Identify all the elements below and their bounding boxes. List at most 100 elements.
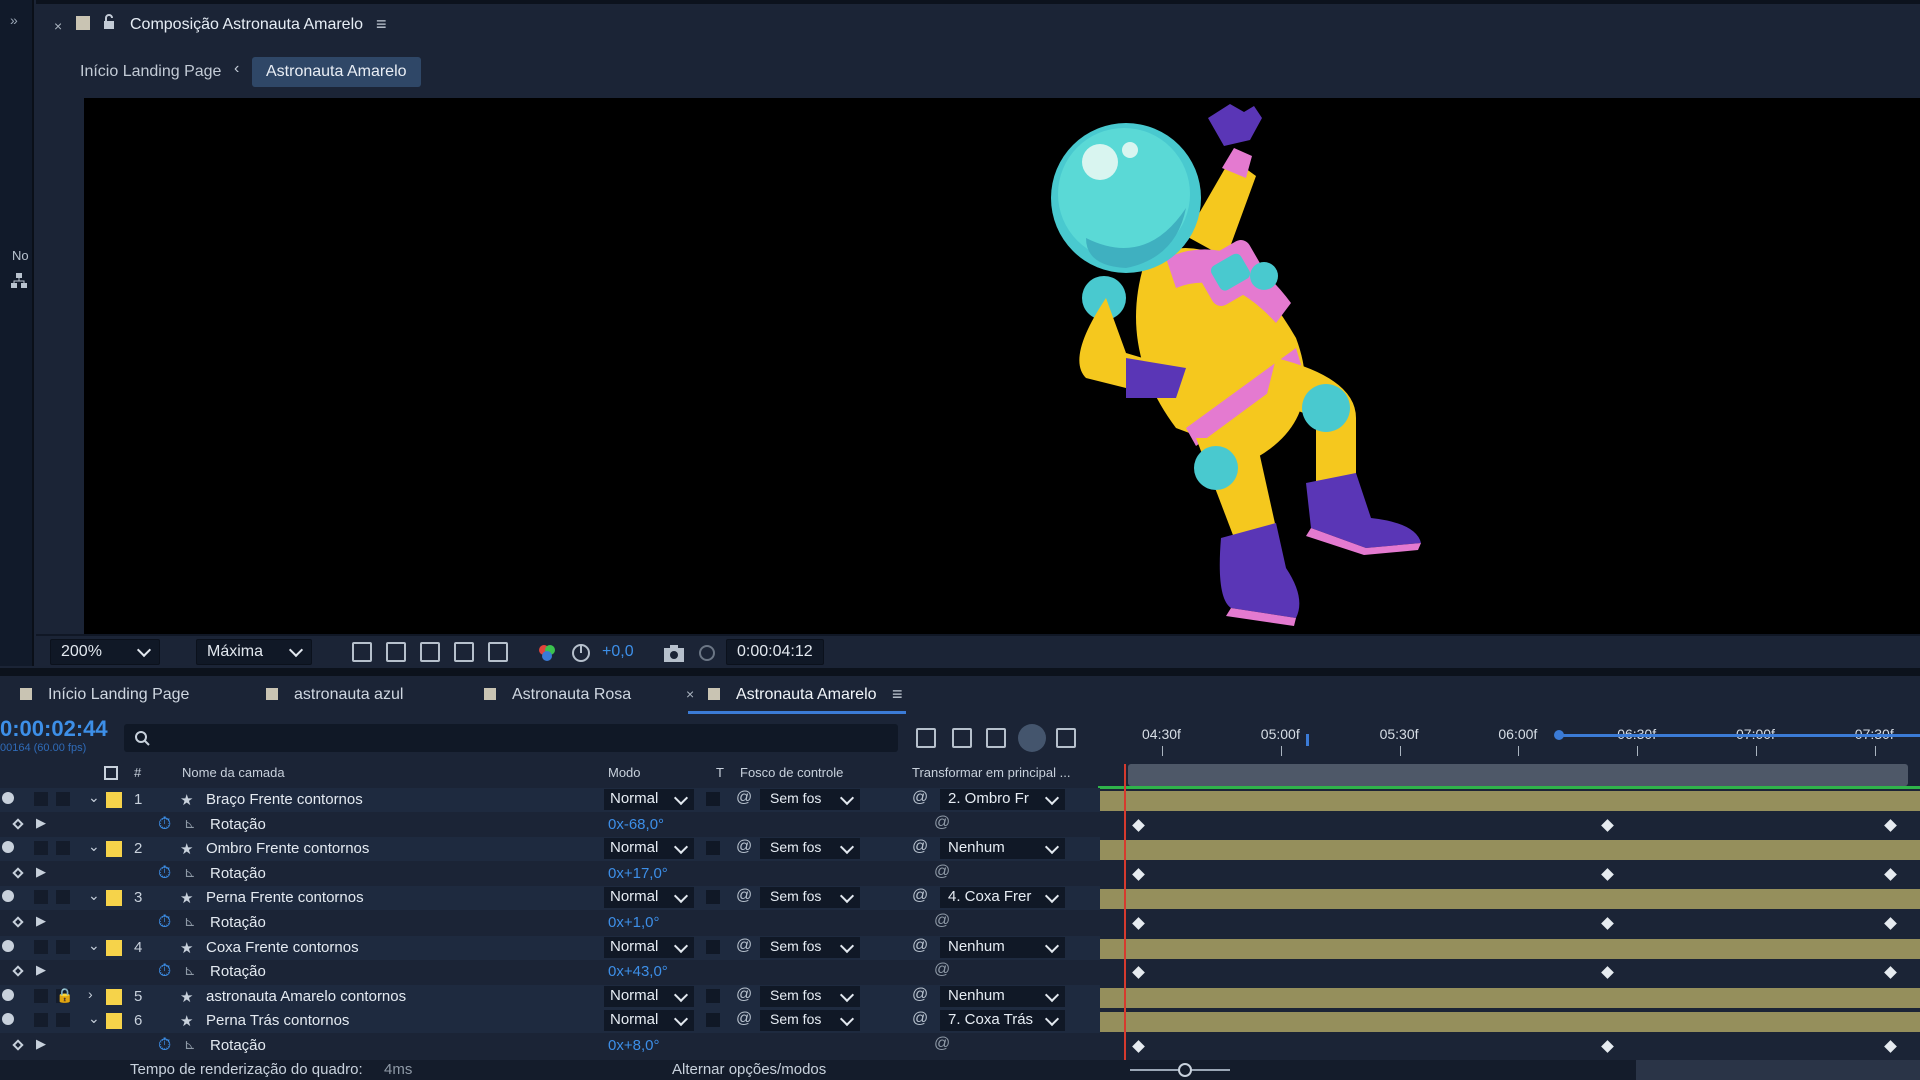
panel-menu-icon[interactable]: ≡ — [376, 14, 387, 35]
expression-pickwhip-icon[interactable]: @ — [934, 912, 950, 930]
time-ruler[interactable] — [1098, 714, 1920, 770]
grid-options-icon[interactable] — [488, 642, 508, 662]
label-icon[interactable] — [104, 766, 118, 780]
property-row[interactable]: ▶ ⏱ ⊾ Rotação 0x+8,0° @ — [0, 1034, 1100, 1058]
track-matte-dropdown[interactable]: Sem fos — [760, 985, 860, 1007]
layer-name[interactable]: Perna Frente contornos — [206, 889, 364, 906]
tab-inicio-landing-page[interactable]: Início Landing Page — [20, 686, 189, 704]
property-row[interactable]: ▶ ⏱ ⊾ Rotação 0x+1,0° @ — [0, 911, 1100, 935]
search-input[interactable] — [124, 724, 898, 752]
panel-divider[interactable] — [0, 668, 1920, 676]
stopwatch-icon[interactable]: ⏱ — [158, 1035, 171, 1055]
breadcrumb-item-landing[interactable]: Início Landing Page — [66, 57, 235, 87]
quality-dropdown[interactable]: Máxima — [196, 639, 312, 665]
close-tab-icon[interactable]: × — [54, 18, 62, 34]
property-row[interactable]: ▶ ⏱ ⊾ Rotação 0x+43,0° @ — [0, 960, 1100, 984]
graph-icon[interactable]: ⊾ — [184, 913, 196, 930]
composition-tab-title[interactable]: Composição Astronauta Amarelo — [130, 16, 363, 34]
layer-duration-bar[interactable] — [1098, 938, 1920, 959]
parent-pickwhip-icon[interactable]: @ — [912, 887, 928, 905]
chevron-down-icon[interactable]: ⌄ — [88, 887, 100, 904]
visibility-eye-icon[interactable] — [2, 988, 14, 1001]
keyframe[interactable] — [1884, 966, 1897, 980]
expression-pickwhip-icon[interactable]: @ — [934, 961, 950, 979]
pickwhip-icon[interactable]: @ — [736, 1010, 752, 1028]
expression-pickwhip-icon[interactable]: @ — [934, 863, 950, 881]
track-matte-dropdown[interactable]: Sem fos — [760, 838, 860, 860]
visibility-eye-icon[interactable] — [2, 792, 14, 804]
keyframe-navigator-icon[interactable] — [12, 1039, 24, 1051]
lock-icon[interactable] — [102, 14, 116, 30]
pickwhip-icon[interactable]: @ — [736, 937, 752, 955]
parent-dropdown[interactable]: 4. Coxa Frer — [940, 887, 1065, 909]
keyframe[interactable] — [1884, 818, 1897, 832]
solo-toggle[interactable] — [34, 988, 48, 1003]
keyframe[interactable] — [1601, 818, 1614, 832]
parent-pickwhip-icon[interactable]: @ — [912, 937, 928, 955]
property-value[interactable]: 0x+1,0° — [608, 914, 659, 931]
panel-menu-icon[interactable]: ≡ — [892, 684, 903, 705]
property-value[interactable]: 0x-68,0° — [608, 816, 664, 833]
label-color-swatch[interactable] — [106, 939, 122, 956]
track-matte-dropdown[interactable]: Sem fos — [760, 936, 860, 958]
table-row[interactable]: ⌄ 4 ★ Coxa Frente contornos Normal @ Sem fos @ N… — [0, 935, 1100, 960]
pickwhip-icon[interactable]: @ — [736, 789, 752, 807]
chevron-right-icon[interactable]: › — [88, 986, 93, 1002]
parent-dropdown[interactable]: 7. Coxa Trás — [940, 1010, 1065, 1032]
table-row[interactable]: › 5 ★ astronauta Amarelo contornos Normal @ Se… — [0, 984, 1100, 1009]
next-keyframe-icon[interactable]: ▶ — [36, 1036, 46, 1052]
layer-name[interactable]: Coxa Frente contornos — [206, 939, 359, 956]
table-row[interactable]: ⌄ 2 ★ Ombro Frente contornos Normal @ Sem fos @… — [0, 837, 1100, 862]
table-row[interactable]: ⌄ 3 ★ Perna Frente contornos Normal @ Sem fos @… — [0, 886, 1100, 911]
blend-mode-dropdown[interactable]: Normal — [604, 985, 694, 1007]
keyframe[interactable] — [1601, 867, 1614, 881]
preserve-transparency-toggle[interactable] — [706, 841, 720, 856]
property-value[interactable]: 0x+43,0° — [608, 963, 668, 980]
table-row[interactable]: ⌄ 6 ★ Perna Trás contornos Normal @ Sem fos @7.… — [0, 1009, 1100, 1034]
stopwatch-icon[interactable]: ⏱ — [158, 912, 171, 932]
parent-dropdown[interactable]: Nenhum — [940, 985, 1065, 1007]
parent-pickwhip-icon[interactable]: @ — [912, 986, 928, 1004]
stopwatch-icon[interactable]: ⏱ — [158, 961, 171, 981]
label-color-swatch[interactable] — [106, 841, 122, 858]
keyframe[interactable] — [1132, 867, 1145, 881]
composition-flowchart-icon[interactable] — [916, 728, 936, 748]
visibility-eye-icon[interactable] — [2, 1013, 14, 1026]
breadcrumb-item-current[interactable]: Astronauta Amarelo — [252, 57, 421, 87]
parent-pickwhip-icon[interactable]: @ — [912, 1010, 928, 1028]
keyframe[interactable] — [1601, 1040, 1614, 1053]
expression-pickwhip-icon[interactable]: @ — [934, 814, 950, 832]
next-keyframe-icon[interactable]: ▶ — [36, 815, 46, 831]
property-value[interactable]: 0x+17,0° — [608, 865, 668, 882]
graph-icon[interactable]: ⊾ — [184, 1036, 196, 1053]
mask-path-icon[interactable] — [420, 642, 440, 662]
parent-dropdown[interactable]: Nenhum — [940, 838, 1065, 860]
lock-icon[interactable]: 🔒 — [56, 987, 73, 1004]
property-row[interactable]: ▶ ⏱ ⊾ Rotação 0x+17,0° @ — [0, 862, 1100, 886]
pickwhip-icon[interactable]: @ — [736, 986, 752, 1004]
frame-blending-icon[interactable] — [986, 728, 1006, 748]
label-color-swatch[interactable] — [106, 1013, 122, 1030]
layer-duration-bar[interactable] — [1098, 840, 1920, 861]
track-matte-dropdown[interactable]: Sem fos — [760, 1010, 860, 1032]
blend-mode-dropdown[interactable]: Normal — [604, 1010, 694, 1032]
label-color-swatch[interactable] — [106, 890, 122, 907]
preserve-transparency-toggle[interactable] — [706, 939, 720, 954]
close-tab-icon[interactable]: × — [686, 686, 694, 702]
expand-panels-icon[interactable]: » — [10, 12, 18, 28]
visibility-eye-icon[interactable] — [2, 841, 14, 854]
keyframe[interactable] — [1884, 1040, 1897, 1053]
chevron-down-icon[interactable]: ⌄ — [88, 937, 100, 954]
reset-exposure-icon[interactable] — [570, 642, 592, 664]
keyframe[interactable] — [1884, 917, 1897, 930]
visibility-eye-icon[interactable] — [2, 939, 14, 952]
parent-pickwhip-icon[interactable]: @ — [912, 789, 928, 807]
layer-duration-bar[interactable] — [1098, 987, 1920, 1008]
solo-toggle[interactable] — [34, 1013, 48, 1028]
network-icon[interactable] — [10, 272, 28, 290]
parent-dropdown[interactable]: Nenhum — [940, 936, 1065, 958]
track-matte-dropdown[interactable]: Sem fos — [760, 887, 860, 909]
column-name[interactable]: Nome da camada — [182, 765, 285, 780]
tab-astronauta-rosa[interactable]: Astronauta Rosa — [484, 686, 631, 704]
tab-astronauta-amarelo[interactable]: Astronauta Amarelo — [708, 686, 877, 704]
